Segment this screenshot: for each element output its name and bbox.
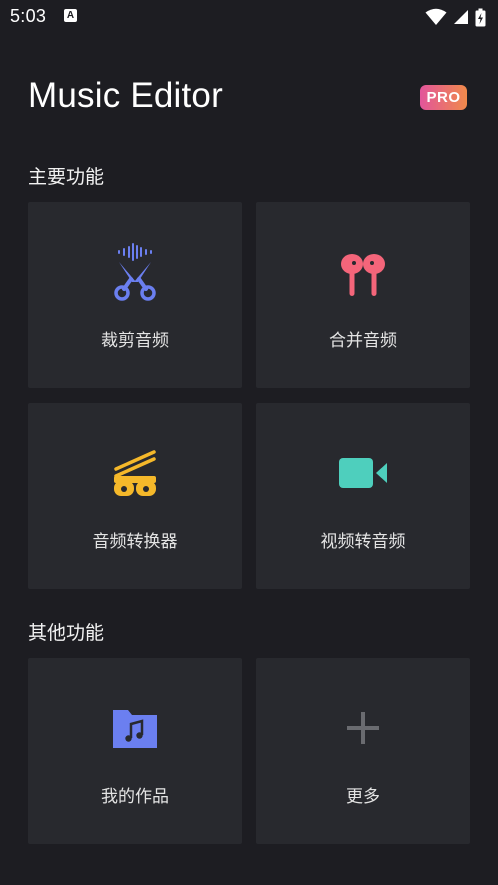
my-works-tile[interactable]: 我的作品 (28, 658, 242, 844)
video-to-audio-label: 视频转音频 (320, 532, 406, 552)
merge-audio-tile[interactable]: 合并音频 (256, 202, 470, 388)
battery-icon (475, 8, 486, 26)
more-label: 更多 (346, 787, 380, 807)
accessibility-icon: A (64, 9, 77, 22)
status-bar: 5:03 A (0, 0, 498, 34)
earbuds-icon (338, 242, 388, 302)
audio-converter-label: 音频转换器 (92, 532, 178, 552)
merge-audio-label: 合并音频 (329, 331, 397, 351)
my-works-label: 我的作品 (101, 787, 169, 807)
status-time: 5:03 (10, 6, 47, 26)
scissors-waveform-icon (110, 242, 160, 302)
status-icons (425, 7, 486, 27)
audio-converter-tile[interactable]: 音频转换器 (28, 403, 242, 589)
reels-icon (110, 443, 160, 503)
cell-signal-icon (454, 10, 468, 24)
more-tile[interactable]: 更多 (256, 658, 470, 844)
wifi-icon (425, 8, 447, 25)
section-title-other: 其他功能 (28, 622, 105, 644)
video-camera-icon (338, 443, 388, 503)
music-folder-icon (110, 698, 160, 758)
app-title: Music Editor (28, 76, 223, 115)
pro-badge[interactable]: PRO (420, 85, 467, 110)
section-title-main: 主要功能 (28, 166, 105, 188)
video-to-audio-tile[interactable]: 视频转音频 (256, 403, 470, 589)
trim-audio-label: 裁剪音频 (101, 331, 169, 351)
trim-audio-tile[interactable]: 裁剪音频 (28, 202, 242, 388)
plus-icon (338, 698, 388, 758)
